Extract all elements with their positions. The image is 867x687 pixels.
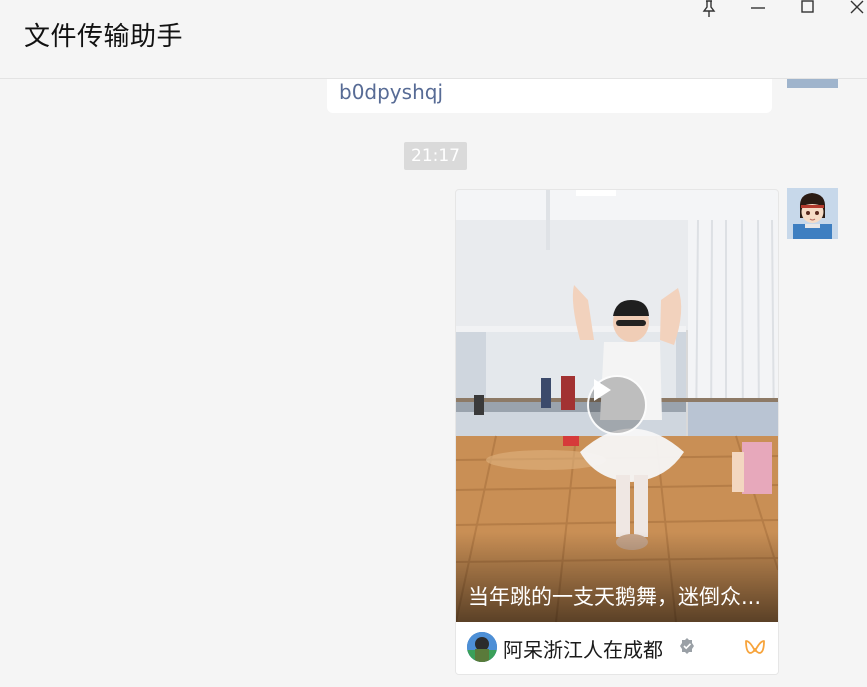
video-card[interactable]: 当年跳的一支天鹅舞，迷倒众... 阿呆浙江人在成都 — [455, 189, 779, 675]
chat-title: 文件传输助手 — [24, 22, 184, 52]
maximize-button[interactable] — [793, 0, 823, 18]
video-caption: 当年跳的一支天鹅舞，迷倒众... — [468, 585, 762, 609]
author-name[interactable]: 阿呆浙江人在成都 — [503, 634, 663, 663]
title-bar: 文件传输助手 — [0, 0, 867, 79]
pin-button[interactable] — [694, 0, 724, 18]
wechat-channels-icon — [745, 640, 765, 654]
minimize-button[interactable] — [743, 0, 773, 18]
message-timestamp: 21:17 — [404, 142, 467, 170]
pin-icon — [702, 0, 716, 17]
avatar-image — [787, 188, 838, 239]
play-icon — [594, 379, 611, 401]
avatar[interactable] — [787, 79, 838, 88]
maximize-icon — [801, 0, 814, 13]
author-avatar — [467, 632, 497, 662]
verified-badge-icon — [680, 638, 694, 654]
close-icon — [850, 0, 864, 14]
play-button[interactable] — [587, 375, 647, 435]
video-thumbnail[interactable]: 当年跳的一支天鹅舞，迷倒众... — [456, 190, 778, 622]
previous-message-bubble[interactable]: b0dpyshqj — [327, 79, 772, 113]
close-button[interactable] — [842, 0, 867, 18]
minimize-icon — [751, 7, 765, 9]
chat-area[interactable]: b0dpyshqj 21:17 当年跳的一支天鹅舞，迷倒众... 阿呆浙江人在成… — [0, 79, 867, 687]
avatar[interactable] — [787, 188, 838, 239]
video-card-footer[interactable]: 阿呆浙江人在成都 — [456, 622, 778, 674]
message-link[interactable]: b0dpyshqj — [339, 79, 443, 113]
